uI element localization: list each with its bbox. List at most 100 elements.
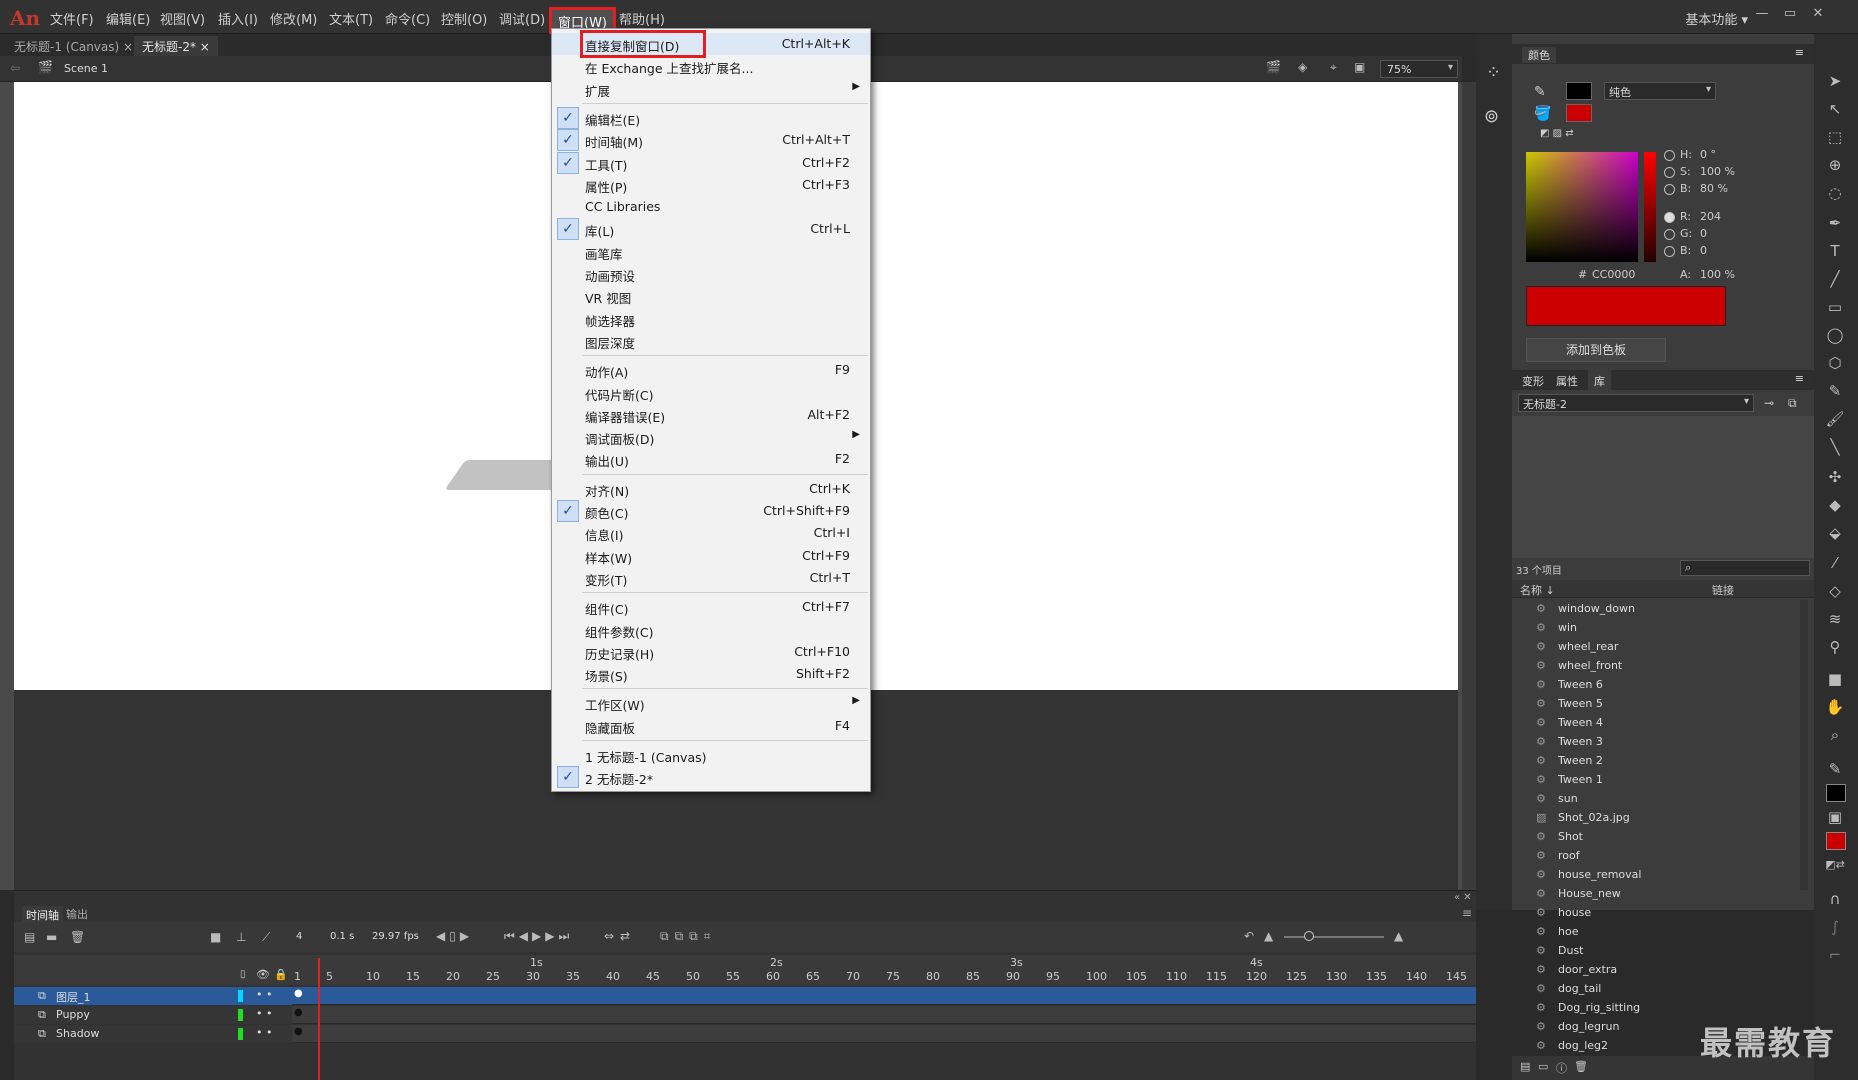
add-to-swatches-button[interactable]: 添加到色板 bbox=[1526, 338, 1666, 362]
smooth-icon[interactable]: ∫ bbox=[1824, 918, 1846, 936]
library-item[interactable]: ⚙ Tween 3 bbox=[1536, 735, 1796, 753]
eye-icon[interactable]: 👁 bbox=[256, 968, 270, 981]
layer-name[interactable]: 图层_1 bbox=[56, 989, 91, 1005]
radio-r[interactable] bbox=[1664, 212, 1675, 223]
fill-type-select[interactable]: 纯色 ▾ bbox=[1604, 82, 1716, 100]
current-frame[interactable]: 4 bbox=[296, 931, 302, 942]
stroke-color-swatch[interactable] bbox=[1566, 82, 1592, 100]
window-menu-item[interactable]: 在 Exchange 上查找扩展名... bbox=[552, 55, 870, 77]
menu-modify[interactable]: 修改(M) bbox=[270, 9, 317, 28]
window-menu-item[interactable]: 属性(P) Ctrl+F3 bbox=[552, 174, 870, 196]
eyedropper-icon[interactable]: ⁄ bbox=[1824, 554, 1846, 572]
menu-file[interactable]: 文件(F) bbox=[50, 9, 94, 28]
library-item[interactable]: ⚙ sun bbox=[1536, 792, 1796, 810]
window-menu-item[interactable]: 1 无标题-1 (Canvas) bbox=[552, 744, 870, 766]
library-item[interactable]: ⚙ door_extra bbox=[1536, 963, 1796, 981]
layer-parenting-icon[interactable]: ⊥ bbox=[236, 930, 246, 944]
tab-library[interactable]: 库 bbox=[1588, 370, 1611, 392]
menu-insert[interactable]: 插入(I) bbox=[218, 9, 258, 28]
col-linkage[interactable]: 链接 bbox=[1712, 582, 1734, 598]
layer-row[interactable]: ⧉ 图层_1 • • bbox=[14, 987, 292, 1005]
layer-color-swatch[interactable] bbox=[238, 1009, 243, 1021]
center-stage-icon[interactable]: ⌖ bbox=[1330, 60, 1337, 75]
timeline-zoom-slider[interactable] bbox=[1284, 936, 1384, 938]
stage-scrollbar[interactable] bbox=[1462, 82, 1476, 890]
fill-color-icon[interactable]: ▣ bbox=[1824, 808, 1846, 826]
color-picker-field[interactable] bbox=[1526, 152, 1638, 262]
nav-keyframe-icon[interactable]: ◀▯▶ bbox=[436, 929, 473, 943]
stroke-pencil-icon[interactable]: ✎ bbox=[1534, 84, 1546, 100]
new-folder-icon[interactable]: ▬ bbox=[46, 930, 57, 944]
3d-rotation-icon[interactable]: ⊕ bbox=[1824, 156, 1846, 174]
hex-value[interactable]: CC0000 bbox=[1592, 268, 1635, 281]
doc-tab-1[interactable]: 无标题-1 (Canvas) × bbox=[6, 36, 141, 56]
radio-s[interactable] bbox=[1664, 167, 1675, 178]
window-menu-item[interactable]: 调试面板(D) ▶ bbox=[552, 426, 870, 448]
value-h[interactable]: 0 ° bbox=[1700, 148, 1716, 161]
layer-name[interactable]: Shadow bbox=[56, 1027, 99, 1040]
library-item[interactable]: ⚙ Shot bbox=[1536, 830, 1796, 848]
window-menu-item[interactable]: 历史记录(H) Ctrl+F10 bbox=[552, 641, 870, 663]
panel-menu-icon[interactable]: ≡ bbox=[1795, 372, 1804, 385]
menu-view[interactable]: 视图(V) bbox=[160, 9, 205, 28]
onion-skin-icons[interactable]: ⧉⧉⧉⌗ bbox=[660, 929, 716, 944]
window-menu-item[interactable]: ✓ 颜色(C) Ctrl+Shift+F9 bbox=[552, 500, 870, 522]
delete-layer-icon[interactable]: 🗑 bbox=[70, 930, 85, 944]
zoom-select[interactable]: 75% ▾ bbox=[1380, 60, 1458, 78]
library-item[interactable]: ⚙ Dog_rig_sitting bbox=[1536, 1001, 1796, 1019]
library-item[interactable]: ⚙ wheel_rear bbox=[1536, 640, 1796, 658]
library-item[interactable]: ⚙ Tween 1 bbox=[1536, 773, 1796, 791]
close-icon[interactable]: × bbox=[123, 40, 133, 54]
keyframe-marker[interactable]: ● bbox=[294, 988, 303, 999]
value-b[interactable]: 80 % bbox=[1700, 182, 1728, 195]
value-g[interactable]: 0 bbox=[1700, 227, 1707, 240]
library-item[interactable]: ⚙ win bbox=[1536, 621, 1796, 639]
library-item[interactable]: ⚙ roof bbox=[1536, 849, 1796, 867]
paint-brush-icon[interactable]: ╲ bbox=[1824, 438, 1846, 456]
playhead[interactable] bbox=[318, 958, 320, 1080]
menu-help[interactable]: 帮助(H) bbox=[619, 9, 665, 28]
value-s[interactable]: 100 % bbox=[1700, 165, 1735, 178]
frame-ruler[interactable]: 1 5 10 15 20 25 30 35 40 45 50 55 60 65 70 75 80 85 90 95 10… bbox=[292, 955, 1476, 985]
hand-tool-icon[interactable]: ✋ bbox=[1824, 698, 1846, 716]
library-item[interactable]: ⚙ Tween 6 bbox=[1536, 678, 1796, 696]
window-menu-item[interactable]: ✓ 2 无标题-2* bbox=[552, 766, 870, 789]
close-icon[interactable]: × bbox=[200, 40, 210, 54]
zoom-out-icon[interactable]: ▲ bbox=[1264, 929, 1273, 943]
window-menu-item[interactable]: 信息(I) Ctrl+I bbox=[552, 522, 870, 544]
menu-commands[interactable]: 命令(C) bbox=[385, 9, 430, 28]
pin-tool-icon[interactable]: ⚲ bbox=[1824, 638, 1846, 656]
back-arrow-icon[interactable]: ⇦ bbox=[10, 61, 20, 75]
undo-icon[interactable]: ↶ bbox=[1244, 929, 1254, 943]
menu-text[interactable]: 文本(T) bbox=[329, 9, 373, 28]
new-library-icon[interactable]: ⧉ bbox=[1788, 396, 1797, 411]
library-item[interactable]: ⚙ house_removal bbox=[1536, 868, 1796, 886]
col-name[interactable]: 名称 ↓ bbox=[1520, 582, 1555, 598]
loop-icon[interactable]: ⇔⇄ bbox=[604, 929, 636, 943]
camera-tool-icon[interactable]: ■ bbox=[1824, 670, 1846, 688]
layer-frames[interactable]: ● bbox=[292, 1025, 1476, 1043]
workspace-switcher[interactable]: 基本功能 ▾ bbox=[1685, 9, 1748, 28]
library-item[interactable]: ⚙ Tween 2 bbox=[1536, 754, 1796, 772]
window-menu-item[interactable]: 帧选择器 bbox=[552, 308, 870, 330]
cc-icon[interactable]: ⊚ bbox=[1484, 106, 1499, 127]
new-layer-icon[interactable]: ▤ bbox=[24, 930, 35, 944]
hue-slider[interactable] bbox=[1644, 152, 1656, 262]
lock-icon[interactable]: 🔒 bbox=[274, 968, 288, 981]
current-time[interactable]: 0.1 s bbox=[330, 931, 354, 942]
library-item[interactable]: ▨ Shot_02a.jpg bbox=[1536, 811, 1796, 829]
layer-visibility-dots[interactable]: • • bbox=[256, 1026, 272, 1039]
library-item[interactable]: ⚙ House_new bbox=[1536, 887, 1796, 905]
window-menu-item[interactable]: 工作区(W) ▶ bbox=[552, 692, 870, 714]
selection-tool-icon[interactable]: ➤ bbox=[1824, 72, 1846, 90]
zoom-in-icon[interactable]: ▲ bbox=[1394, 929, 1403, 943]
value-blue[interactable]: 0 bbox=[1700, 244, 1707, 257]
slider-handle[interactable] bbox=[1304, 931, 1314, 941]
lasso-icon[interactable]: ◌ bbox=[1824, 184, 1846, 202]
window-menu-item[interactable]: 画笔库 bbox=[552, 241, 870, 263]
brush-tool-icon[interactable]: 🖌 bbox=[1824, 410, 1846, 428]
eraser-icon[interactable]: ◇ bbox=[1824, 582, 1846, 600]
library-item[interactable]: ⚙ hoe bbox=[1536, 925, 1796, 943]
window-menu-item[interactable]: 动画预设 bbox=[552, 263, 870, 285]
window-menu-item[interactable]: 编译器错误(E) Alt+F2 bbox=[552, 404, 870, 426]
